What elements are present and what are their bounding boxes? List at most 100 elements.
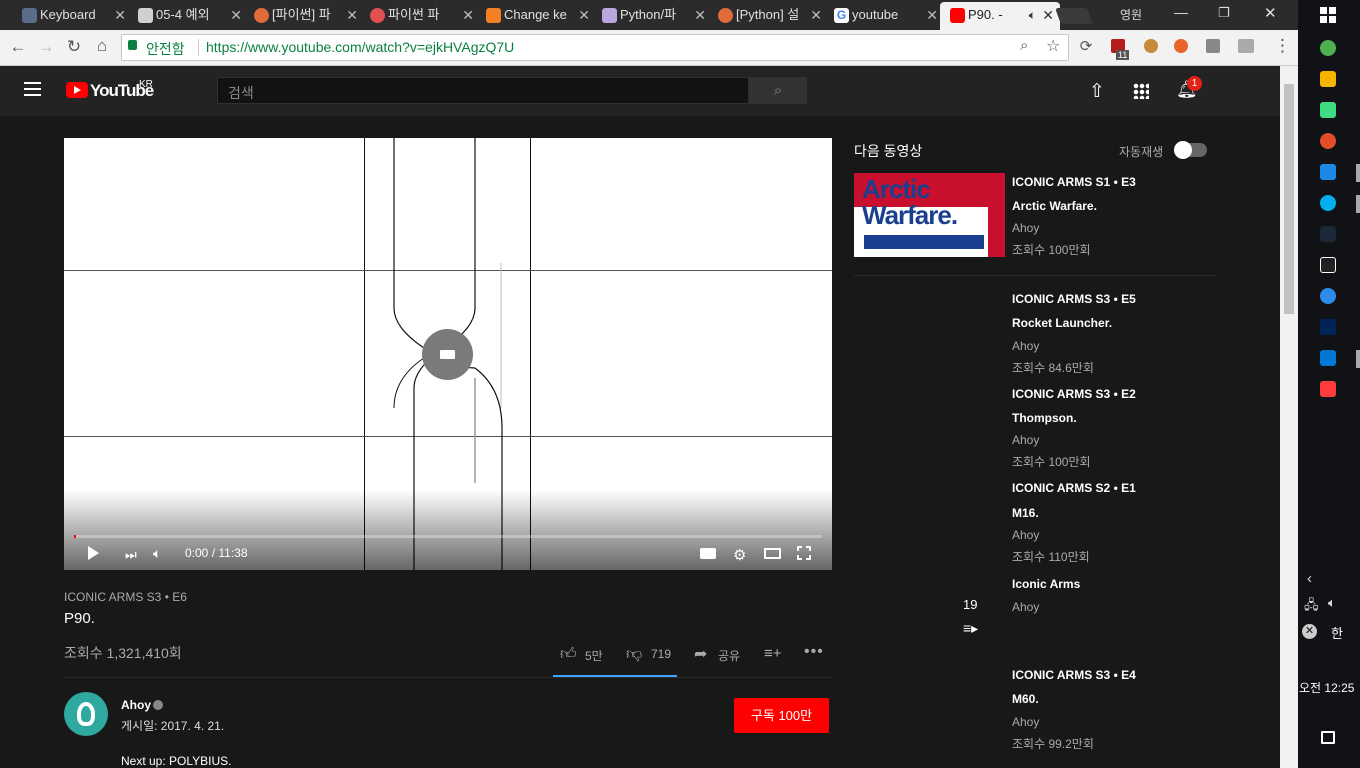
app-icon[interactable] [1320,381,1336,397]
related-series[interactable]: ICONIC ARMS S3 • E5 [1012,292,1136,306]
share-icon[interactable]: ➦ [694,644,707,664]
related-channel[interactable]: Ahoy [1012,339,1039,353]
thumbs-down-icon[interactable]: 👎︎ [626,645,642,664]
steam-icon[interactable] [1320,226,1336,242]
playlist-channel[interactable]: Ahoy [1012,600,1039,614]
video-player[interactable]: ⏭︎ 🔈︎ 0:00 / 11:38 ⚙︎ [64,138,832,570]
subtitles-icon[interactable] [700,548,716,559]
related-title[interactable]: Arctic Warfare. [1012,199,1097,213]
tab-active-youtube[interactable]: P90. - 🔈︎ ✕ [940,2,1060,30]
clock[interactable]: 오전 12:25 [1299,679,1354,696]
minimize-button[interactable]: — [1174,4,1188,20]
tab-1[interactable]: 05-4 예외 ✕ [128,2,248,30]
star-icon[interactable]: ☆ [1046,36,1060,56]
tab-5[interactable]: Python/파 ✕ [592,2,712,30]
notification-center-icon[interactable] [1321,731,1335,744]
thumbnail-arctic-warfare[interactable]: Arctic Warfare. [854,173,1005,257]
search-button[interactable]: ⌕ [749,77,807,104]
profile-label[interactable]: 영원 [1120,6,1142,23]
channel-avatar[interactable] [64,692,108,736]
dislike-count[interactable]: 719 [651,647,671,661]
related-channel[interactable]: Ahoy [1012,221,1039,235]
more-options-icon[interactable]: ••• [804,643,824,661]
apps-icon[interactable] [1133,83,1149,99]
chrome-icon[interactable] [1320,40,1336,56]
autoplay-toggle[interactable] [1174,141,1207,159]
network-icon[interactable]: 🖧︎ [1304,596,1319,618]
channel-name[interactable]: Ahoy [121,698,151,712]
window-close-button[interactable]: ✕ [1264,4,1277,22]
tab-6[interactable]: [Python] 설 ✕ [708,2,828,30]
cookie-icon[interactable] [1144,39,1158,53]
next-icon[interactable]: ⏭︎ [125,547,137,563]
related-channel[interactable]: Ahoy [1012,433,1039,447]
tab-2[interactable]: [파이썬] 파 ✕ [244,2,364,30]
play-icon[interactable] [88,546,99,560]
reload-icon[interactable]: ↻ [62,37,86,57]
start-icon[interactable] [1320,7,1336,23]
hamburger-icon[interactable] [24,82,41,96]
extension-icon[interactable] [1174,39,1188,53]
speaker-icon[interactable]: 🔈︎ [1029,2,1036,28]
upload-icon[interactable]: ⇧ [1089,80,1105,103]
close-icon[interactable]: ✕ [694,2,706,28]
chevron-left-icon[interactable]: ‹ [1307,570,1312,587]
related-series[interactable]: ICONIC ARMS S3 • E4 [1012,668,1136,682]
playlist-title[interactable]: Iconic Arms [1012,577,1080,591]
like-count[interactable]: 5만 [585,647,603,664]
new-tab-button[interactable] [1055,8,1093,24]
forward-icon[interactable]: → [34,37,58,57]
close-icon[interactable]: ✕ [462,2,474,28]
related-title[interactable]: M16. [1012,506,1039,520]
thumbs-up-icon[interactable]: 👍︎ [560,645,577,664]
close-icon[interactable]: ✕ [346,2,358,28]
youtube-logo-icon[interactable] [66,82,88,98]
android-icon[interactable] [1320,102,1336,118]
volume-icon[interactable]: 🔈︎ [153,545,161,562]
close-icon[interactable]: ✕ [810,2,822,28]
url-text[interactable]: https://www.youtube.com/watch?v=ejkHVAgz… [206,39,514,55]
related-title[interactable]: M60. [1012,692,1039,706]
back-icon[interactable]: ← [6,37,30,57]
related-series[interactable]: ICONIC ARMS S2 • E1 [1012,481,1136,495]
related-channel[interactable]: Ahoy [1012,715,1039,729]
vscode-icon[interactable] [1320,350,1336,366]
restore-button[interactable]: ❐ [1218,5,1230,21]
related-title[interactable]: Thompson. [1012,411,1077,425]
related-title[interactable]: Rocket Launcher. [1012,316,1112,330]
close-icon[interactable]: ✕ [114,2,126,28]
progress-bar[interactable] [74,535,822,538]
related-series[interactable]: ICONIC ARMS S3 • E2 [1012,387,1136,401]
subscribe-button[interactable]: 구독 100만 [734,698,829,733]
series-label[interactable]: ICONIC ARMS S3 • E6 [64,590,187,604]
intellij-icon[interactable] [1320,257,1336,273]
search-input[interactable]: 검색 [217,77,749,104]
tab-0[interactable]: Keyboard ✕ [12,2,132,30]
close-circle-icon[interactable]: ✕ [1302,624,1317,639]
sync-icon[interactable]: ⟳ [1074,37,1098,55]
scrollbar[interactable] [1280,66,1298,768]
close-icon[interactable]: ✕ [578,2,590,28]
related-channel[interactable]: Ahoy [1012,528,1039,542]
close-icon[interactable]: ✕ [1042,2,1054,28]
ime-indicator[interactable]: 한 [1331,623,1343,642]
share-label[interactable]: 공유 [718,647,740,664]
app-icon[interactable] [1320,133,1336,149]
theater-mode-icon[interactable] [764,548,781,559]
close-icon[interactable]: ✕ [230,2,242,28]
related-series[interactable]: ICONIC ARMS S1 • E3 [1012,175,1136,189]
tab-4[interactable]: Change ke ✕ [476,2,596,30]
skype-icon[interactable] [1320,195,1336,211]
add-to-playlist-icon[interactable]: ≡+ [764,645,782,662]
volume-icon[interactable]: 🔈︎ [1328,595,1336,611]
extension-icon[interactable] [1206,39,1220,53]
address-bar[interactable]: 안전함 https://www.youtube.com/watch?v=ejkH… [121,34,1069,61]
app-icon[interactable] [1320,288,1336,304]
settings-icon[interactable]: ⚙︎ [733,546,746,564]
extension-icon[interactable] [1238,39,1254,53]
tab-7[interactable]: Gyoutube ✕ [824,2,944,30]
center-play-indicator[interactable] [422,329,473,380]
close-icon[interactable]: ✕ [926,2,938,28]
zoom-icon[interactable]: ⌕ [1020,37,1028,54]
home-icon[interactable]: ⌂ [90,36,114,56]
